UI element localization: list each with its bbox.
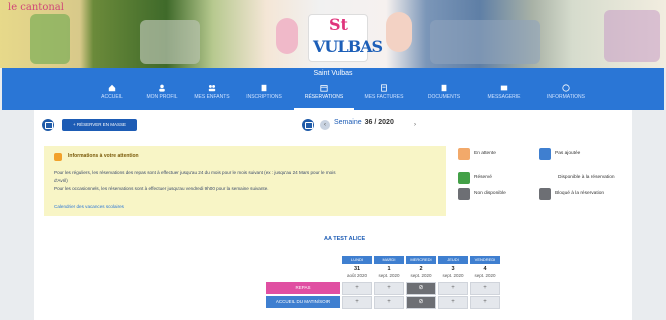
day-header: VENDREDI	[470, 256, 500, 264]
day-header: MERCREDI	[406, 256, 436, 264]
nav-title: Saint Vulbas	[313, 70, 353, 77]
tab-enfants[interactable]: MES ENFANTS	[182, 82, 242, 108]
tab-documents[interactable]: DOCUMENTS	[414, 82, 474, 108]
slot-add-button[interactable]: +	[470, 296, 500, 309]
row-label-repas: REPAS	[266, 282, 340, 294]
day-month: août 2020	[346, 273, 368, 278]
day-number: 4	[483, 266, 487, 272]
day-month: sept. 2020	[474, 273, 496, 278]
slot-add-button[interactable]: +	[374, 296, 404, 309]
holidays-link[interactable]: Calendrier des vacances scolaires	[54, 204, 124, 209]
next-week-button[interactable]: ›	[410, 120, 420, 130]
tab-messagerie[interactable]: MESSAGERIE	[474, 82, 534, 108]
day-header: MARDI	[374, 256, 404, 264]
week-calendar-icon[interactable]	[302, 119, 314, 131]
info-heading: Informations à votre attention	[68, 153, 139, 159]
info-panel: Informations à votre attention Pour les …	[44, 146, 446, 216]
invoice-icon	[381, 84, 387, 92]
week-label: Semaine 36 / 2020	[334, 119, 394, 126]
slot-unavailable: ⊘	[406, 296, 436, 309]
week-prefix: Semaine	[334, 119, 362, 126]
tab-reservations[interactable]: RÉSERVATIONS	[294, 82, 354, 110]
legend-label: Disponible à la réservation	[558, 175, 615, 180]
prev-week-button[interactable]: ‹	[320, 120, 330, 130]
day-number: 31	[353, 266, 361, 272]
day-number: 2	[419, 266, 423, 272]
header-banner: le cantonal St VULBAS	[0, 0, 666, 68]
pending-icon	[458, 148, 470, 160]
tab-label: MESSAGERIE	[487, 94, 521, 100]
main-content: + RÉSERVER EN MASSE ‹ Semaine 36 / 2020 ›…	[34, 110, 632, 320]
check-icon	[458, 172, 470, 184]
day-month: sept. 2020	[442, 273, 464, 278]
slot-add-button[interactable]: +	[374, 282, 404, 295]
slot-unavailable: ⊘	[406, 282, 436, 295]
banner-illustration-mascot-left	[276, 18, 298, 54]
calendar-icon	[320, 85, 328, 92]
child-name: AA TEST ALICE	[324, 236, 366, 242]
info-line: d'Avril)	[54, 178, 68, 183]
banner-script-text: le cantonal	[8, 2, 64, 13]
day-month: sept. 2020	[410, 273, 432, 278]
cross-icon	[539, 148, 551, 160]
banner-illustration-school	[430, 20, 540, 64]
tab-inscriptions[interactable]: INSCRIPTIONS	[234, 82, 294, 108]
home-icon	[108, 84, 116, 92]
slot-add-button[interactable]: +	[438, 296, 468, 309]
slot-add-button[interactable]: +	[438, 282, 468, 295]
person-icon	[159, 84, 165, 92]
info-line: Pour les réguliers, les réservations des…	[54, 170, 336, 175]
tab-label: DOCUMENTS	[427, 94, 461, 100]
lock-icon	[539, 188, 551, 200]
legend-label: Réservé	[474, 175, 492, 180]
tab-label: ACCUEIL	[101, 94, 123, 100]
row-label-accueil: ACCUEIL DU MATIN/SOIR	[266, 296, 340, 308]
info-icon	[562, 84, 570, 92]
main-navigation: Saint Vulbas ACCUEIL MON PROFIL MES ENFA…	[2, 68, 664, 110]
day-number: 3	[451, 266, 455, 272]
tab-label: MON PROFIL	[146, 94, 178, 100]
warning-icon	[54, 153, 62, 161]
children-icon	[208, 84, 216, 92]
tab-factures[interactable]: MES FACTURES	[354, 82, 414, 108]
day-month: sept. 2020	[378, 273, 400, 278]
slot-add-button[interactable]: +	[342, 282, 372, 295]
banner-illustration-mascot-right	[386, 12, 412, 52]
info-line: Pour les occasionnels, les réservations …	[54, 186, 269, 191]
document-icon	[441, 84, 447, 92]
slot-add-button[interactable]: +	[470, 282, 500, 295]
tab-label: INSCRIPTIONS	[246, 94, 282, 100]
slot-add-button[interactable]: +	[342, 296, 372, 309]
tab-label: RÉSERVATIONS	[304, 94, 344, 100]
tab-label: MES FACTURES	[364, 94, 404, 100]
week-value: 36 / 2020	[364, 119, 394, 126]
tab-informations[interactable]: INFORMATIONS	[536, 82, 596, 108]
mass-reserve-button[interactable]: + RÉSERVER EN MASSE	[62, 119, 137, 131]
tab-label: MES ENFANTS	[194, 94, 230, 100]
banner-illustration-children	[604, 10, 660, 62]
banner-illustration-left	[30, 14, 70, 64]
legend-label: Bloqué à la réservation	[555, 191, 605, 196]
mail-icon	[500, 85, 508, 91]
calendar-button[interactable]	[42, 119, 54, 131]
tab-label: INFORMATIONS	[547, 94, 585, 100]
logo-st: St	[329, 15, 348, 34]
legend-label: En attente	[474, 151, 496, 156]
logo-name: VULBAS	[313, 37, 383, 56]
day-header: JEUDI	[438, 256, 468, 264]
banner-illustration-building	[140, 20, 200, 64]
unavailable-icon	[458, 188, 470, 200]
site-logo[interactable]: St VULBAS	[308, 14, 383, 62]
clipboard-icon	[261, 84, 267, 92]
legend-label: Non disponible	[474, 191, 506, 196]
day-number: 1	[387, 266, 391, 272]
legend-label: Pas ajoutée	[555, 151, 581, 156]
day-header: LUNDI	[342, 256, 372, 264]
